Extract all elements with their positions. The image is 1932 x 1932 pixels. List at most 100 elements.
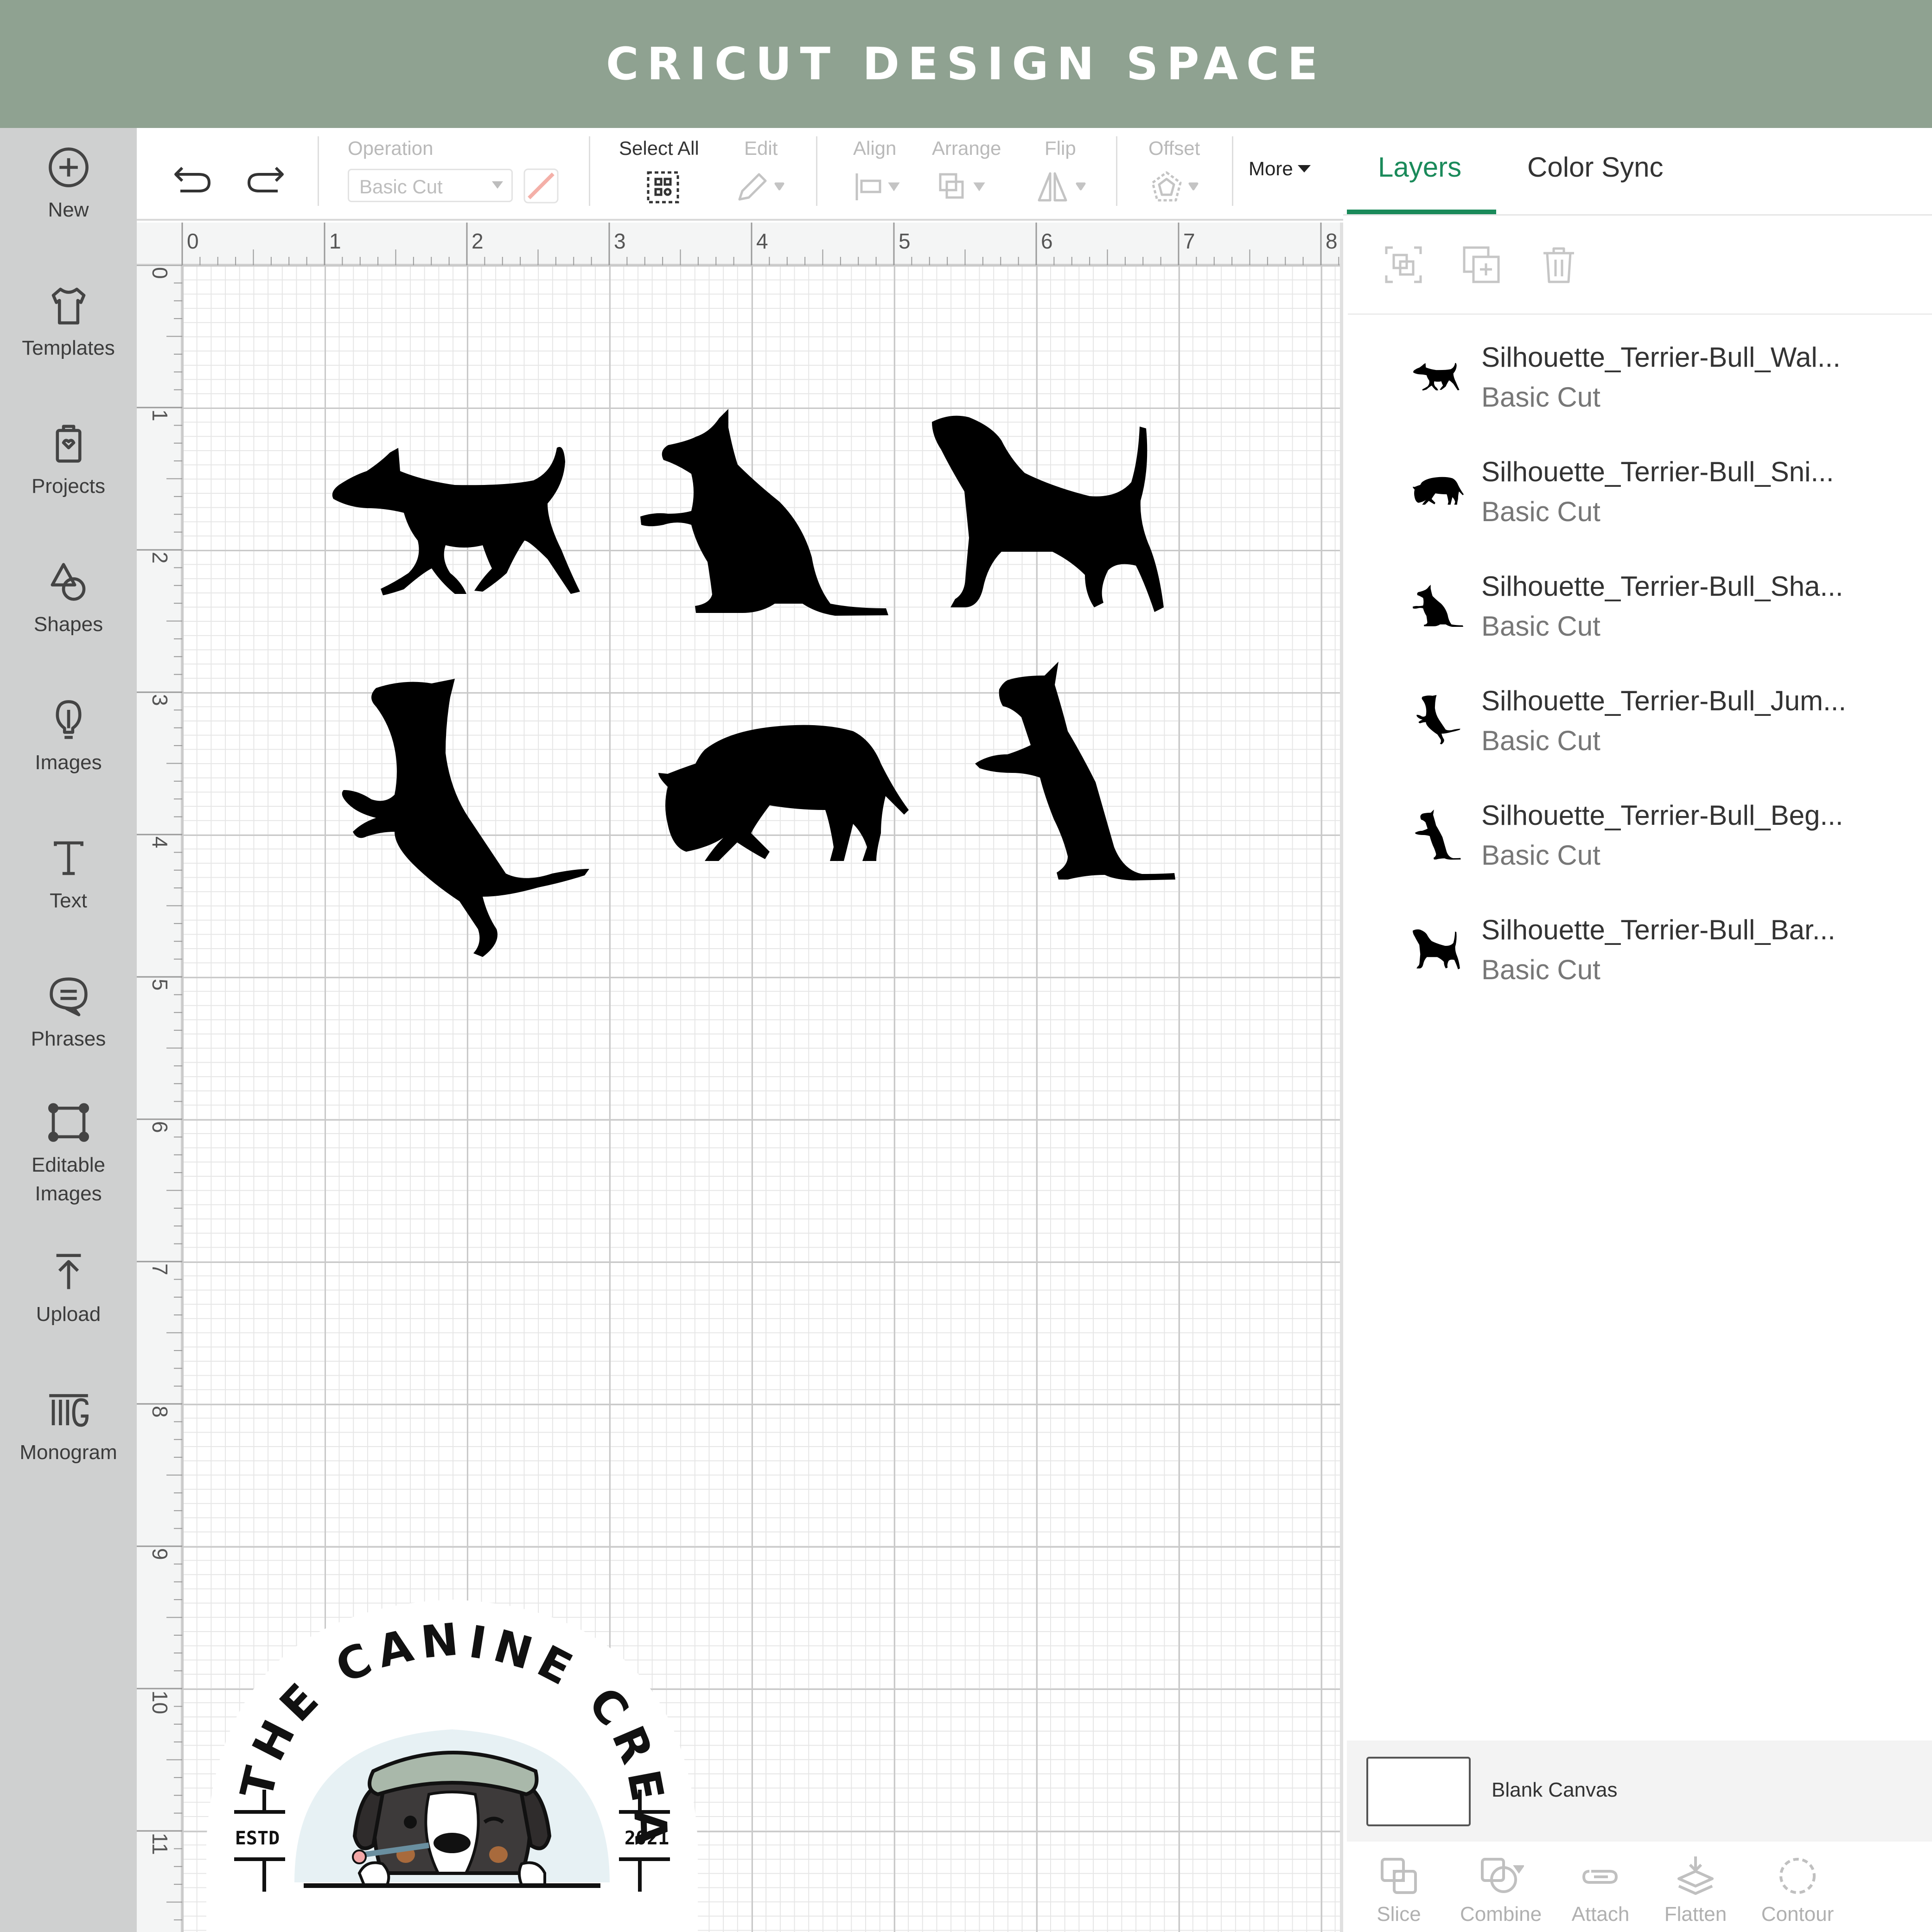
trash-icon[interactable] xyxy=(1538,244,1580,286)
ruler-number: 7 xyxy=(1183,229,1195,253)
sidebar-item-new[interactable]: New xyxy=(0,142,137,224)
ruler-vertical: 0 1 2 3 4 5 6 7 8 9 10 11 xyxy=(137,265,182,1932)
upload-icon xyxy=(56,1254,81,1289)
align-label: Align xyxy=(853,137,897,159)
layer-row[interactable]: Silhouette_Terrier-Bull_Sha... Basic Cut xyxy=(1343,553,1932,667)
edit-label: Edit xyxy=(744,137,778,159)
dog-silhouette-jumping[interactable] xyxy=(339,679,589,966)
dog-begging-thumbnail xyxy=(1415,810,1461,860)
layer-row[interactable]: Silhouette_Terrier-Bull_Beg... Basic Cut xyxy=(1343,782,1932,896)
sidebar-label-projects: Projects xyxy=(32,475,105,497)
layers-divider xyxy=(1348,313,1932,315)
flatten-button[interactable]: Flatten xyxy=(1640,1853,1751,1926)
flip-label: Flip xyxy=(1045,137,1076,159)
app-banner: CRICUT DESIGN SPACE xyxy=(0,0,1932,128)
arrange-label: Arrange xyxy=(932,137,1001,159)
operation-label: Operation xyxy=(348,137,434,159)
sidebar-item-images[interactable]: Images xyxy=(0,695,137,777)
sidebar-item-templates[interactable]: Templates xyxy=(0,280,137,363)
duplicate-icon[interactable] xyxy=(1460,244,1502,286)
plus-circle-icon xyxy=(48,147,89,187)
combine-icon xyxy=(1481,1858,1524,1893)
layer-operation: Basic Cut xyxy=(1481,382,1600,413)
dog-barking-thumbnail xyxy=(1413,929,1460,969)
align-icon[interactable] xyxy=(853,171,909,203)
sidebar-item-monogram[interactable]: Monogram xyxy=(0,1384,137,1467)
toolbar-separator xyxy=(589,136,590,206)
arrange-icon[interactable] xyxy=(937,171,992,203)
paperclip-icon xyxy=(1582,1870,1618,1884)
ruler-number: 0 xyxy=(187,229,199,253)
tab-layers[interactable]: Layers xyxy=(1378,151,1461,183)
ruler-number: 7 xyxy=(148,1263,172,1275)
sidebar-item-text[interactable]: Text xyxy=(0,833,137,915)
layer-row[interactable]: Silhouette_Terrier-Bull_Sni... Basic Cut xyxy=(1343,438,1932,553)
dog-barking-shape xyxy=(932,415,1164,612)
dog-begging-shape xyxy=(975,662,1175,880)
layer-operation: Basic Cut xyxy=(1481,611,1600,642)
group-icon[interactable] xyxy=(1383,244,1424,286)
blank-canvas-row[interactable]: Blank Canvas xyxy=(1347,1741,1932,1842)
slice-button[interactable]: Slice xyxy=(1343,1853,1454,1926)
brand-logo: THE CANINE CREATIVE ESTD 2021 xyxy=(185,1554,698,1932)
banner-title: CRICUT DESIGN SPACE xyxy=(606,38,1326,90)
attach-button[interactable]: Attach xyxy=(1545,1853,1656,1926)
sidebar-item-projects[interactable]: Projects xyxy=(0,418,137,501)
contour-button[interactable]: Contour xyxy=(1742,1853,1853,1926)
more-button[interactable]: More xyxy=(1249,158,1311,180)
combine-button[interactable]: Combine xyxy=(1445,1853,1556,1926)
brand-logo-art: THE CANINE CREATIVE ESTD 2021 xyxy=(185,1554,698,1932)
tab-divider xyxy=(1343,214,1932,216)
redo-icon[interactable] xyxy=(242,156,289,202)
operation-select[interactable]: Basic Cut xyxy=(348,169,513,202)
dog-silhouette-begging[interactable] xyxy=(975,662,1179,884)
sidebar-label-shapes: Shapes xyxy=(33,613,103,636)
layer-operation: Basic Cut xyxy=(1481,840,1600,871)
ruler-number: 5 xyxy=(148,979,172,991)
layer-row[interactable]: Silhouette_Terrier-Bull_Jum... Basic Cut xyxy=(1343,667,1932,782)
color-swatch-icon[interactable] xyxy=(523,167,560,204)
sidebar-item-shapes[interactable]: Shapes xyxy=(0,556,137,639)
ruler-number: 11 xyxy=(148,1833,172,1855)
flip-icon[interactable] xyxy=(1036,171,1092,203)
dog-silhouette-walking[interactable] xyxy=(330,434,603,610)
active-tab-indicator xyxy=(1347,210,1496,214)
layer-operation: Basic Cut xyxy=(1481,954,1600,985)
ruler-number: 8 xyxy=(1326,229,1338,253)
slice-label: Slice xyxy=(1377,1903,1421,1926)
layer-name: Silhouette_Terrier-Bull_Bar... xyxy=(1481,914,1836,945)
sidebar-label-new: New xyxy=(48,198,89,221)
more-label: More xyxy=(1249,158,1293,179)
ruler-number: 4 xyxy=(756,229,768,253)
lightbulb-icon xyxy=(56,700,81,739)
sidebar-label-text: Text xyxy=(50,889,87,912)
undo-icon[interactable] xyxy=(169,156,216,202)
attach-label: Attach xyxy=(1571,1903,1630,1926)
layer-row[interactable]: Silhouette_Terrier-Bull_Bar... Basic Cut xyxy=(1343,896,1932,1011)
layer-name: Silhouette_Terrier-Bull_Sni... xyxy=(1481,456,1834,487)
blank-canvas-swatch[interactable] xyxy=(1366,1757,1471,1826)
operation-value: Basic Cut xyxy=(359,176,443,198)
layer-operation: Basic Cut xyxy=(1481,725,1600,756)
select-all-label[interactable]: Select All xyxy=(619,137,699,159)
tab-color-sync[interactable]: Color Sync xyxy=(1527,151,1663,183)
dog-walking-thumbnail xyxy=(1413,363,1460,391)
ruler-number: 1 xyxy=(329,229,341,253)
dog-shake-thumbnail xyxy=(1413,585,1463,627)
pencil-icon[interactable] xyxy=(735,171,791,203)
sidebar-item-upload[interactable]: Upload xyxy=(0,1246,137,1329)
shapes-icon xyxy=(51,563,85,601)
slice-icon xyxy=(1381,1858,1417,1894)
editable-images-icon xyxy=(48,1103,89,1142)
ruler-number: 2 xyxy=(472,229,484,253)
top-toolbar: Operation Basic Cut Select All Edit Alig… xyxy=(137,128,1343,221)
sidebar-item-editable-images[interactable]: Editable Images xyxy=(0,1097,137,1208)
offset-icon[interactable] xyxy=(1150,171,1205,203)
layer-row[interactable]: Silhouette_Terrier-Bull_Wal... Basic Cut xyxy=(1343,324,1932,438)
dog-silhouette-barking[interactable] xyxy=(932,413,1182,617)
sidebar-item-phrases[interactable]: Phrases xyxy=(0,971,137,1053)
select-all-icon[interactable] xyxy=(644,169,682,206)
dog-silhouette-sniffing[interactable] xyxy=(658,722,909,870)
ruler-number: 5 xyxy=(899,229,911,253)
dog-silhouette-shake[interactable] xyxy=(640,409,891,618)
